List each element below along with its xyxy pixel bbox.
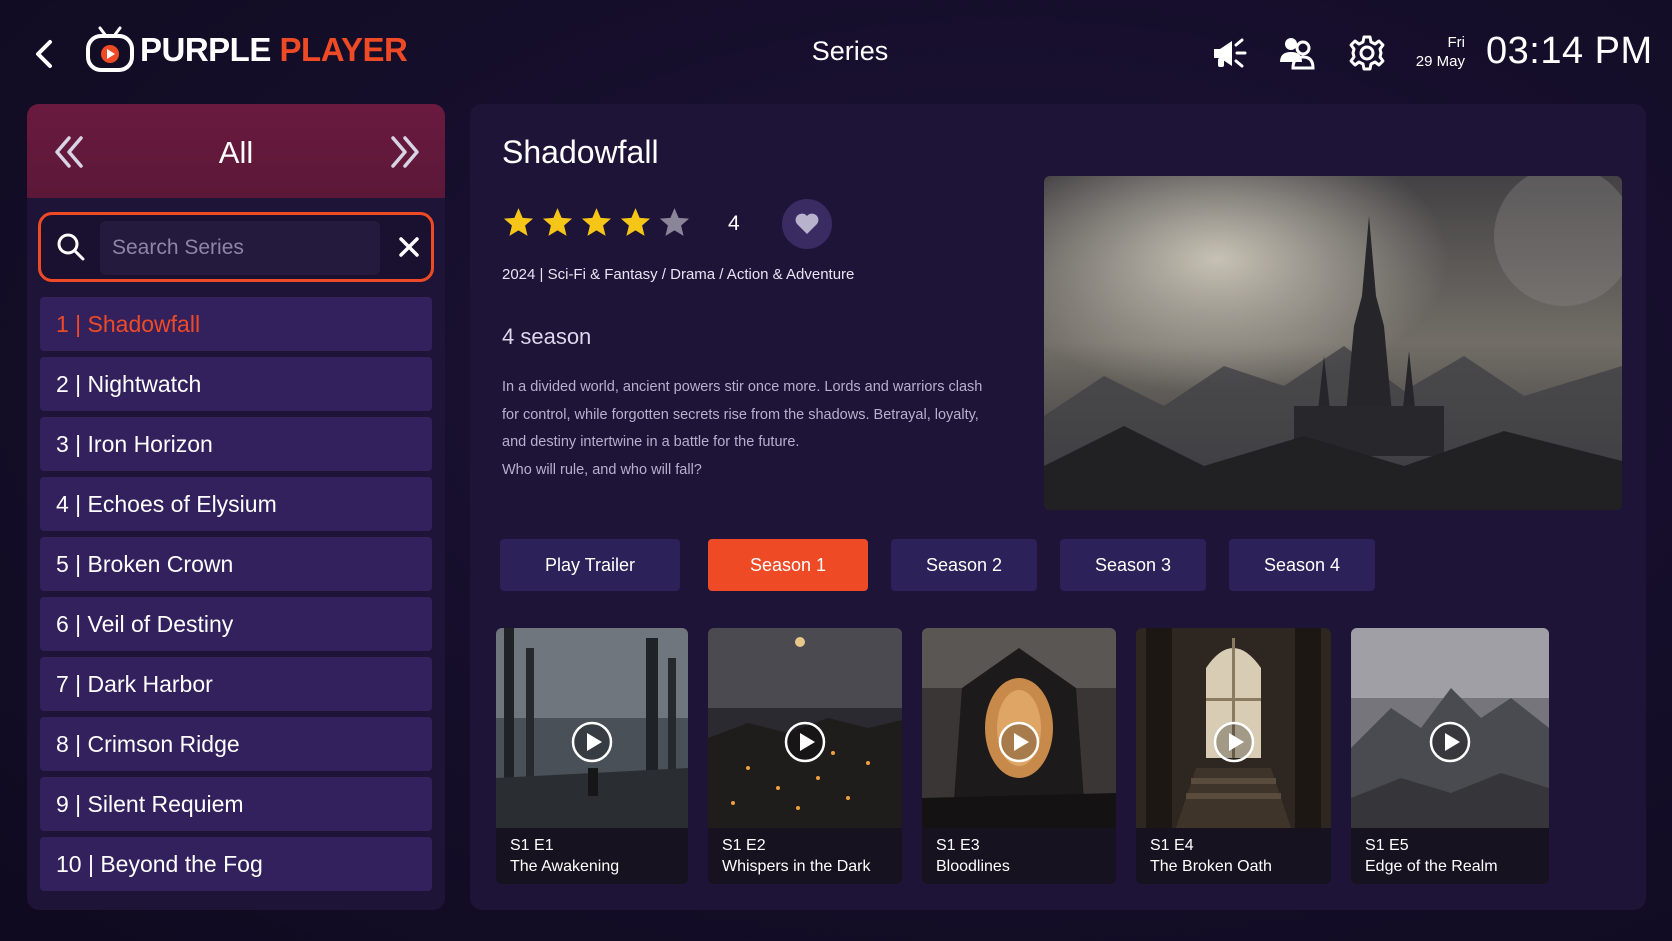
series-sidebar: All 1 | Shadowfall 2 | Nightwatch 3 | Ir…: [27, 104, 445, 910]
description-line: Who will rule, and who will fall?: [502, 461, 702, 478]
series-title: Shadowfall: [502, 134, 659, 170]
series-item-dark-harbor[interactable]: 7 | Dark Harbor: [40, 657, 432, 711]
episode-title: Bloodlines: [936, 858, 1010, 875]
profiles-button[interactable]: [1276, 32, 1318, 74]
star-rating: [502, 206, 691, 239]
announcement-button[interactable]: [1208, 32, 1250, 74]
date-label: 29 May: [1415, 53, 1465, 70]
series-meta: 2024 | Sci-Fi & Fantasy / Drama / Action…: [502, 266, 855, 283]
tab-season-1[interactable]: Season 1: [708, 539, 868, 591]
gear-icon: [1349, 35, 1385, 71]
series-item-echoes-of-elysium[interactable]: 4 | Echoes of Elysium: [40, 477, 432, 531]
episode-card[interactable]: S1 E1 The Awakening: [496, 628, 688, 884]
series-item-nightwatch[interactable]: 2 | Nightwatch: [40, 357, 432, 411]
close-icon[interactable]: [395, 233, 423, 261]
description-line: for control, while forgotten secrets ris…: [502, 406, 979, 423]
series-item-beyond-the-fog[interactable]: 10 | Beyond the Fog: [40, 837, 432, 891]
star-empty-icon: [659, 208, 690, 236]
episode-info: S1 E1 The Awakening: [496, 828, 688, 884]
series-description: In a divided world, ancient powers stir …: [502, 374, 1022, 484]
episode-title: The Awakening: [510, 858, 620, 875]
series-cover-image: [1044, 176, 1622, 510]
tab-season-4[interactable]: Season 4: [1229, 539, 1375, 591]
season-count: 4 season: [502, 324, 592, 349]
star-filled-icon: [503, 208, 534, 236]
episode-card[interactable]: S1 E2 Whispers in the Dark: [708, 628, 902, 884]
star-filled-icon: [620, 208, 651, 236]
play-icon[interactable]: [571, 721, 613, 763]
search-input[interactable]: [100, 221, 380, 275]
tab-season-2[interactable]: Season 2: [891, 539, 1037, 591]
episode-info: S1 E3 Bloodlines: [922, 828, 1116, 884]
rating-value: 4: [728, 212, 740, 235]
episode-card[interactable]: S1 E5 Edge of the Realm: [1351, 628, 1549, 884]
episode-code: S1 E4: [1150, 837, 1194, 854]
episode-title: Whispers in the Dark: [722, 858, 871, 875]
series-item-broken-crown[interactable]: 5 | Broken Crown: [40, 537, 432, 591]
series-item-crimson-ridge[interactable]: 8 | Crimson Ridge: [40, 717, 432, 771]
search-bar: [38, 212, 434, 282]
series-item-shadowfall[interactable]: 1 | Shadowfall: [40, 297, 432, 351]
category-next-button[interactable]: [385, 132, 425, 172]
episode-title: The Broken Oath: [1150, 858, 1272, 875]
play-trailer-button[interactable]: Play Trailer: [500, 539, 680, 591]
episode-code: S1 E2: [722, 837, 766, 854]
category-selector: All: [27, 104, 445, 198]
date-display: Fri 29 May: [1405, 33, 1465, 71]
category-title: All: [218, 135, 254, 170]
star-filled-icon: [581, 208, 612, 236]
day-label: Fri: [1447, 34, 1466, 51]
favorite-button[interactable]: [782, 199, 832, 249]
megaphone-icon: [1214, 38, 1247, 68]
episode-info: S1 E5 Edge of the Realm: [1351, 828, 1549, 884]
star-filled-icon: [542, 208, 573, 236]
series-item-silent-requiem[interactable]: 9 | Silent Requiem: [40, 777, 432, 831]
users-icon: [1280, 38, 1315, 70]
description-line: and destiny intertwine in a battle for t…: [502, 434, 800, 450]
episode-info: S1 E4 The Broken Oath: [1136, 828, 1331, 884]
series-list: 1 | Shadowfall 2 | Nightwatch 3 | Iron H…: [40, 297, 432, 897]
top-bar: PURPLE PLAYER Series Fri 29 May 03:14 PM: [0, 0, 1672, 100]
episode-card[interactable]: S1 E4 The Broken Oath: [1136, 628, 1331, 884]
episode-title: Edge of the Realm: [1365, 858, 1498, 875]
tab-season-3[interactable]: Season 3: [1060, 539, 1206, 591]
play-icon[interactable]: [998, 721, 1040, 763]
description-line: In a divided world, ancient powers stir …: [502, 379, 983, 395]
search-icon[interactable]: [55, 231, 87, 263]
play-icon[interactable]: [1429, 721, 1471, 763]
settings-button[interactable]: [1346, 32, 1388, 74]
series-item-veil-of-destiny[interactable]: 6 | Veil of Destiny: [40, 597, 432, 651]
double-chevron-right-icon: [391, 136, 419, 168]
episode-card[interactable]: S1 E3 Bloodlines: [922, 628, 1116, 884]
play-icon[interactable]: [784, 721, 826, 763]
clock: 03:14 PM: [1486, 30, 1653, 72]
episode-info: S1 E2 Whispers in the Dark: [708, 828, 902, 884]
series-item-iron-horizon[interactable]: 3 | Iron Horizon: [40, 417, 432, 471]
series-details: Shadowfall 4 2024 | Sci-Fi & Fantasy / D…: [470, 104, 1646, 910]
episode-code: S1 E3: [936, 837, 980, 854]
play-icon[interactable]: [1213, 721, 1255, 763]
heart-icon: [795, 213, 819, 234]
episode-code: S1 E1: [510, 837, 554, 854]
episode-code: S1 E5: [1365, 837, 1409, 854]
